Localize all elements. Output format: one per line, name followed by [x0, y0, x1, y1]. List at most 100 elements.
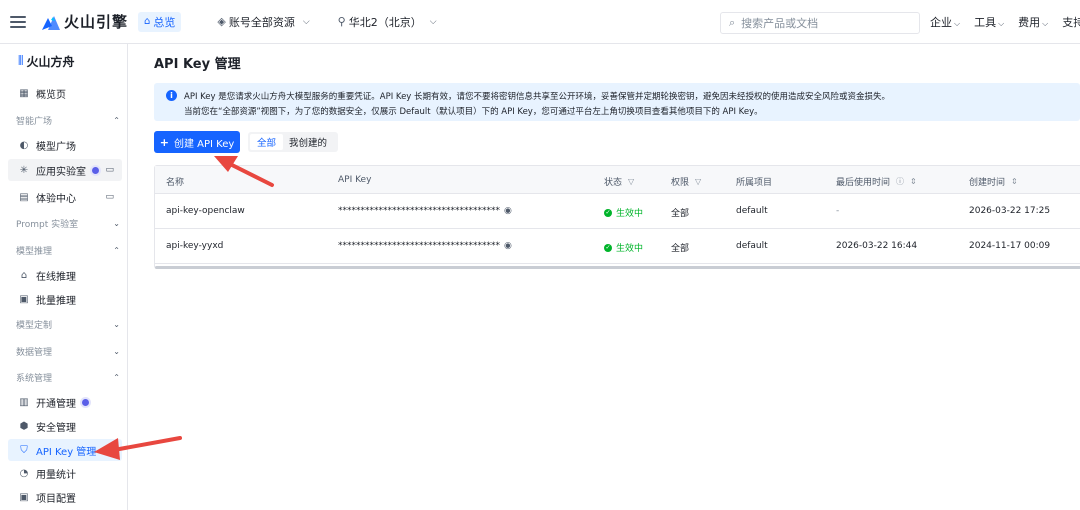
nav-billing[interactable]: 费用 ⌵	[1018, 14, 1048, 30]
cell-project: default	[736, 206, 768, 216]
region-select[interactable]: ⚲ 华北2（北京） ⌵	[338, 14, 437, 30]
col-name: 名称	[166, 178, 185, 188]
page-title: API Key 管理	[154, 57, 241, 72]
sidebar-item-label: 安全管理	[36, 422, 76, 434]
chevron-down-icon: ⌄	[113, 218, 120, 228]
create-api-key-label: 创建 API Key	[173, 138, 235, 150]
chevron-down-icon: ⌵	[998, 19, 1005, 28]
batch-icon: ▣	[19, 293, 29, 305]
sort-icon[interactable]: ⇕	[1011, 177, 1018, 186]
cell-last-used: -	[836, 206, 840, 216]
table-row: api-key-yyxd ***************************…	[155, 229, 1080, 264]
sidebar-brand[interactable]: ⫴ 火山方舟	[0, 46, 127, 76]
col-permission[interactable]: 权限 ▽	[671, 175, 701, 188]
sidebar-item-batch-inference[interactable]: ▣ 批量推理	[8, 288, 122, 310]
check-circle-icon: ✓	[604, 243, 612, 252]
filter-mine-tab[interactable]: 我创建的	[283, 134, 333, 150]
location-icon: ⚲	[337, 15, 346, 28]
col-created[interactable]: 创建时间 ⇕	[969, 175, 1018, 188]
brand-logo-icon	[42, 15, 60, 30]
chevron-up-icon: ⌃	[113, 372, 120, 382]
annotation-arrow-api-key	[94, 436, 182, 460]
chevron-down-icon: ⌵	[302, 16, 310, 27]
sidebar-item-label: 开通管理	[36, 398, 76, 410]
sidebar-group-plaza[interactable]: 智能广场 ⌃	[16, 112, 120, 128]
brand-name: 火山引擎	[64, 13, 129, 31]
sidebar-item-overview[interactable]: ▦ 概览页	[8, 82, 122, 104]
notice-text-2: 当前您在“全部资源”视图下，为了您的数据安全，仅展示 Default（默认项目）…	[184, 107, 763, 117]
plus-icon: +	[159, 135, 169, 149]
cell-api-key: ************************************ ◉	[338, 241, 512, 251]
monitor-icon: ▭	[105, 192, 114, 202]
top-nav: 企业⌵ 工具⌵ 费用⌵ 支持⌵	[930, 14, 1080, 30]
info-icon: i	[166, 90, 177, 101]
notice-banner: i API Key 是您请求火山方舟大模型服务的重要凭证。API Key 长期有…	[154, 83, 1080, 121]
sidebar-group-label: Prompt 实验室	[16, 219, 79, 230]
filter-all-tab[interactable]: 全部	[250, 134, 283, 150]
account-scope-select[interactable]: ◈ 账号全部资源 ⌵	[217, 14, 309, 30]
col-project: 所属项目	[736, 178, 773, 188]
sidebar-item-online-inference[interactable]: ⌂ 在线推理	[8, 264, 122, 286]
cell-permission: 全部	[671, 244, 690, 254]
home-button[interactable]: ⌂ 总览	[138, 11, 182, 32]
sidebar-item-label: 应用实验室	[36, 166, 86, 178]
cell-status: ✓ 生效中	[604, 243, 644, 254]
cell-name: api-key-openclaw	[166, 206, 245, 216]
eye-icon[interactable]: ◉	[504, 241, 512, 251]
headset-icon: ◔	[19, 467, 29, 479]
sidebar-item-activation[interactable]: ▥ 开通管理	[8, 391, 122, 413]
sidebar-group-label: 模型定制	[16, 320, 53, 331]
sidebar-group-prompt[interactable]: Prompt 实验室 ⌄	[16, 215, 120, 231]
nav-support[interactable]: 支持⌵	[1062, 14, 1080, 30]
sidebar-group-data[interactable]: 数据管理 ⌄	[16, 343, 120, 359]
col-last-used[interactable]: 最后使用时间 ⓘ ⇕	[836, 175, 917, 188]
project-icon: ▣	[19, 491, 29, 503]
col-api-key: API Key	[338, 175, 372, 185]
sidebar-group-label: 数据管理	[16, 347, 53, 358]
search-icon: ⌕	[729, 16, 736, 29]
sidebar-item-lab[interactable]: ✳ 应用实验室 ▭	[8, 159, 122, 181]
chevron-down-icon: ⌵	[1042, 19, 1049, 28]
sidebar-group-system[interactable]: 系统管理 ⌃	[16, 369, 120, 385]
sidebar-item-label: 用量统计	[36, 469, 76, 481]
sort-icon[interactable]: ⇕	[910, 177, 917, 186]
sidebar-item-label: 项目配置	[36, 493, 76, 505]
chevron-down-icon: ⌵	[429, 16, 437, 27]
chevron-down-icon: ⌵	[954, 19, 961, 28]
account-scope-label: 账号全部资源	[228, 15, 295, 29]
horizontal-scrollbar[interactable]	[155, 266, 1080, 269]
search-input[interactable]: ⌕ 搜索产品或文档	[720, 12, 920, 34]
top-bar: 火山引擎 ⌂ 总览 ◈ 账号全部资源 ⌵ ⚲ 华北2（北京） ⌵ ⌕ 搜索产品或…	[0, 0, 1080, 44]
sidebar-item-experience[interactable]: ▤ 体验中心 ▭	[8, 186, 122, 208]
sidebar-item-project[interactable]: ▣ 项目配置	[8, 486, 122, 508]
new-badge-dot	[92, 166, 99, 174]
chevron-down-icon: ⌄	[113, 319, 120, 329]
info-icon: ⓘ	[896, 177, 905, 186]
sidebar-group-label: 智能广场	[16, 116, 53, 127]
brand[interactable]: 火山引擎	[42, 11, 128, 32]
document-icon: ▥	[19, 396, 29, 408]
key-shield-icon: ⛉	[20, 444, 28, 456]
sidebar-item-model-plaza[interactable]: ◐ 模型广场	[8, 134, 122, 156]
sidebar-item-usage[interactable]: ◔ 用量统计	[8, 462, 122, 484]
table-row: api-key-openclaw ***********************…	[155, 194, 1080, 229]
chevron-up-icon: ⌃	[113, 245, 120, 255]
sidebar-group-custom[interactable]: 模型定制 ⌄	[16, 316, 120, 332]
sidebar-item-label: 体验中心	[36, 193, 76, 205]
sidebar-item-label: 批量推理	[36, 295, 76, 307]
filter-icon[interactable]: ▽	[628, 177, 634, 186]
notice-text-1: API Key 是您请求火山方舟大模型服务的重要凭证。API Key 长期有效，…	[184, 92, 891, 102]
nav-enterprise[interactable]: 企业 ⌵	[930, 14, 960, 30]
hamburger-icon[interactable]	[10, 15, 26, 28]
nav-tools[interactable]: 工具 ⌵	[974, 14, 1004, 30]
cell-api-key: ************************************ ◉	[338, 206, 512, 216]
eye-icon[interactable]: ◉	[504, 206, 512, 216]
cell-last-used: 2026-03-22 16:44	[836, 241, 918, 251]
col-status[interactable]: 状态 ▽	[604, 175, 634, 188]
sidebar-group-inference[interactable]: 模型推理 ⌃	[16, 242, 120, 258]
monitor-icon: ▭	[105, 165, 114, 175]
home-icon: ⌂	[144, 16, 151, 27]
bulb-icon: ◐	[19, 139, 29, 151]
filter-icon[interactable]: ▽	[695, 177, 701, 186]
cell-created: 2026-03-22 17:25	[969, 206, 1051, 216]
